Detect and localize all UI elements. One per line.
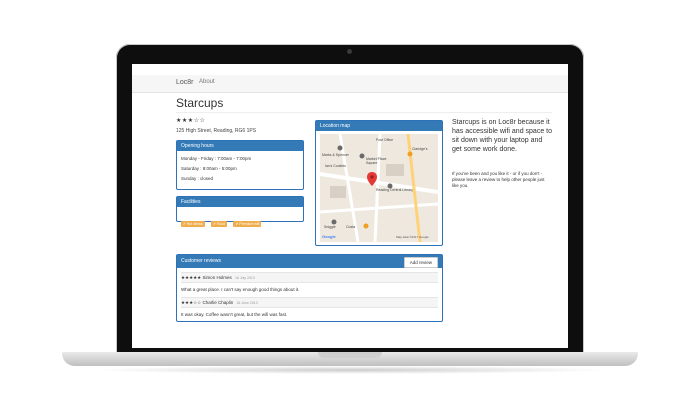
facilities-panel: Facilities ✔ Hot drinks ✔ Food ✔ Premium…	[176, 196, 304, 227]
panel-title: Customer reviews	[177, 255, 442, 268]
navbar: Loc8r About	[132, 75, 568, 93]
page-title: Starcups	[176, 96, 224, 110]
facility-badge: ✔ Hot drinks	[181, 221, 205, 227]
review-date: 16 July 2013	[234, 276, 255, 280]
map-label: Sniggle	[324, 225, 336, 229]
review-text: What a great place. I can't say enough g…	[181, 287, 300, 292]
review-header: ★★★☆☆ Charlie Chaplin 16 June 2013	[181, 297, 438, 308]
panel-title: Facilities	[177, 197, 303, 207]
review-stars: ★★★★★	[181, 275, 202, 280]
nav-about-link[interactable]: About	[199, 79, 215, 85]
hours-line: Sunday : closed	[181, 176, 214, 181]
customer-reviews-panel: Customer reviews Add review ★★★★★ Simon …	[176, 254, 443, 322]
review-text: It was okay. Coffee wasn't great, but th…	[181, 312, 288, 317]
add-review-button[interactable]: Add review	[403, 257, 438, 268]
hours-line: Monday - Friday : 7:00am - 7:00pm	[181, 156, 252, 161]
brand-link[interactable]: Loc8r	[176, 79, 194, 86]
map-label: Marks & Spencer	[322, 153, 349, 157]
camera-icon	[347, 49, 352, 54]
sidebar-headline: Starcups is on Loc8r because it has acce…	[452, 119, 552, 153]
map-label: Costa	[346, 225, 356, 229]
panel-title: Location map	[316, 121, 442, 131]
location-map-panel: Location map Marks & Spencer Ian's Cooki…	[315, 120, 443, 246]
location-map[interactable]: Marks & Spencer Ian's Cookies Market Pla…	[320, 134, 438, 242]
review-date: 16 June 2013	[236, 301, 258, 305]
review-author: Charlie Chaplin	[202, 300, 234, 305]
laptop-screen: Loc8r About Starcups ★★★☆☆ 125 High Stre…	[132, 64, 568, 348]
facility-badge: ✔ Food	[211, 221, 228, 227]
map-label: Market Place Square	[366, 157, 387, 165]
map-label: Post Office	[376, 138, 394, 142]
map-label: Claridge's	[412, 147, 428, 151]
title-divider	[176, 112, 552, 113]
rating-stars: ★★★☆☆	[176, 118, 206, 124]
hours-line: Saturday : 8:00am - 5:00pm	[181, 166, 237, 171]
map-label: Ian's Cookies	[325, 164, 346, 168]
review-header: ★★★★★ Simon Holmes 16 July 2013	[181, 272, 438, 283]
review-author: Simon Holmes	[202, 275, 232, 280]
google-logo: Google	[322, 234, 336, 239]
map-label: Reading Central Library	[376, 188, 413, 192]
facility-badge: ✔ Premium wifi	[233, 221, 262, 227]
address: 125 High Street, Reading, RG6 1PS	[176, 128, 257, 134]
review-stars: ★★★☆☆	[181, 300, 202, 305]
laptop-notch	[318, 352, 382, 358]
facility-badges: ✔ Hot drinks ✔ Food ✔ Premium wifi	[181, 212, 263, 230]
sidebar-note: If you've been and you like it - or if y…	[452, 171, 545, 188]
opening-hours-panel: Opening hours Monday - Friday : 7:00am -…	[176, 140, 304, 190]
laptop-shadow	[90, 366, 610, 374]
panel-title: Opening hours	[177, 141, 303, 151]
map-attribution: Map data ©2017 Google	[396, 235, 429, 239]
